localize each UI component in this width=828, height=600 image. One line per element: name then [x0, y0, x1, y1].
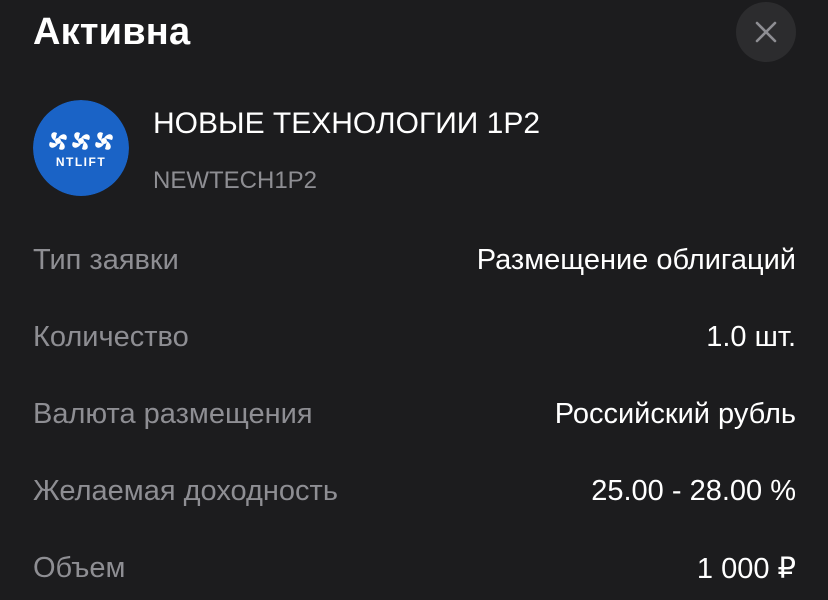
detail-value: 25.00 - 28.00 % [591, 475, 796, 507]
instrument-logo: NTLIFT [33, 100, 129, 196]
logo-text: NTLIFT [56, 155, 106, 169]
instrument-ticker: NEWTECH1P2 [153, 167, 318, 194]
detail-row-order-type: Тип заявки Размещение облигаций [33, 222, 796, 299]
detail-row-yield: Желаемая доходность 25.00 - 28.00 % [33, 453, 796, 530]
order-status-title: Активна [33, 11, 191, 53]
detail-row-currency: Валюта размещения Российский рубль [33, 376, 796, 453]
detail-value: Российский рубль [554, 398, 796, 430]
detail-label: Желаемая доходность [33, 475, 338, 507]
detail-value: 1 000 ₽ [696, 553, 796, 585]
detail-row-quantity: Количество 1.0 шт. [33, 299, 796, 376]
detail-row-volume: Объем 1 000 ₽ [33, 530, 796, 600]
instrument-name: НОВЫЕ ТЕХНОЛОГИИ 1Р2 [153, 107, 541, 140]
detail-value: Размещение облигаций [476, 244, 796, 276]
order-details-list: Тип заявки Размещение облигаций Количест… [33, 222, 796, 600]
instrument-header: NTLIFT НОВЫЕ ТЕХНОЛОГИИ 1Р2 NEWTECH1P2 [33, 100, 793, 196]
detail-value: 1.0 шт. [706, 321, 796, 353]
close-icon [755, 21, 777, 43]
detail-label: Тип заявки [33, 244, 179, 276]
close-button[interactable] [736, 2, 796, 62]
detail-label: Валюта размещения [33, 398, 313, 430]
order-details-screen: Активна NTLIFT НОВЫЕ ТЕХНОЛОГИИ 1Р2 NEWT… [0, 0, 828, 600]
detail-label: Количество [33, 321, 189, 353]
detail-label: Объем [33, 552, 126, 584]
